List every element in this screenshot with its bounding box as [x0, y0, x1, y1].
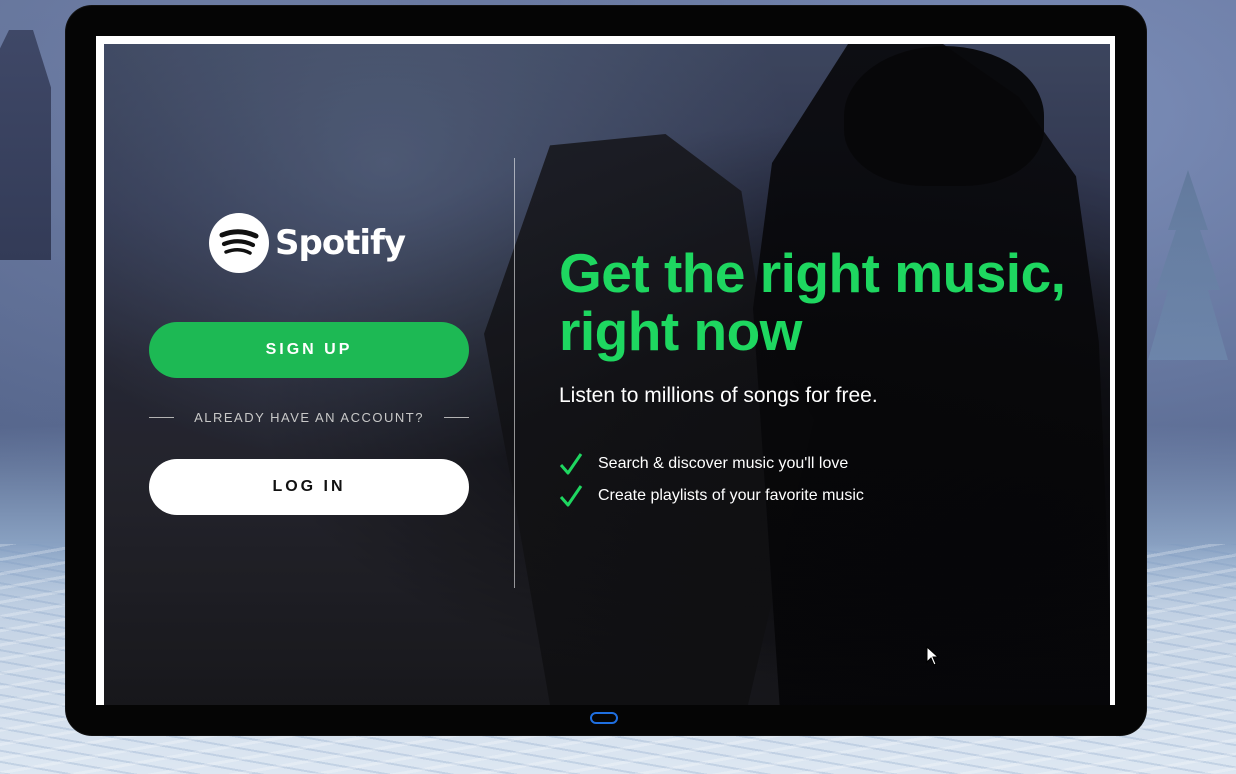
check-icon: [559, 453, 583, 475]
spotify-logo: Spotify: [209, 212, 406, 274]
already-have-account-text: ALREADY HAVE AN ACCOUNT?: [194, 410, 424, 425]
background-tower: [0, 30, 51, 260]
check-icon: [559, 485, 583, 507]
tablet-frame: Spotify SIGN UP ALREADY HAVE AN ACCOUNT?…: [66, 6, 1146, 735]
account-divider: ALREADY HAVE AN ACCOUNT?: [149, 410, 469, 425]
hero-subhead: Listen to millions of songs for free.: [559, 384, 878, 407]
log-in-button[interactable]: LOG IN: [149, 459, 469, 515]
vertical-divider: [514, 158, 515, 588]
background-tree: [1148, 170, 1228, 360]
divider-line-left: [149, 417, 174, 418]
spotify-landing-page: Spotify SIGN UP ALREADY HAVE AN ACCOUNT?…: [104, 44, 1110, 705]
tablet-screen: Spotify SIGN UP ALREADY HAVE AN ACCOUNT?…: [96, 36, 1115, 705]
sign-up-button[interactable]: SIGN UP: [149, 322, 469, 378]
feature-item: Create playlists of your favorite music: [559, 480, 864, 512]
divider-line-right: [443, 417, 469, 418]
feature-list: Search & discover music you'll love Crea…: [559, 448, 864, 512]
feature-item: Search & discover music you'll love: [559, 448, 864, 480]
feature-text: Create playlists of your favorite music: [598, 487, 864, 504]
mouse-cursor-icon: [926, 646, 940, 666]
feature-text: Search & discover music you'll love: [598, 455, 849, 472]
hero-headline: Get the right music, right now: [559, 242, 1066, 362]
tablet-home-button[interactable]: [590, 712, 618, 724]
spotify-wordmark: Spotify: [275, 223, 406, 263]
spotify-logo-icon: [209, 213, 269, 273]
